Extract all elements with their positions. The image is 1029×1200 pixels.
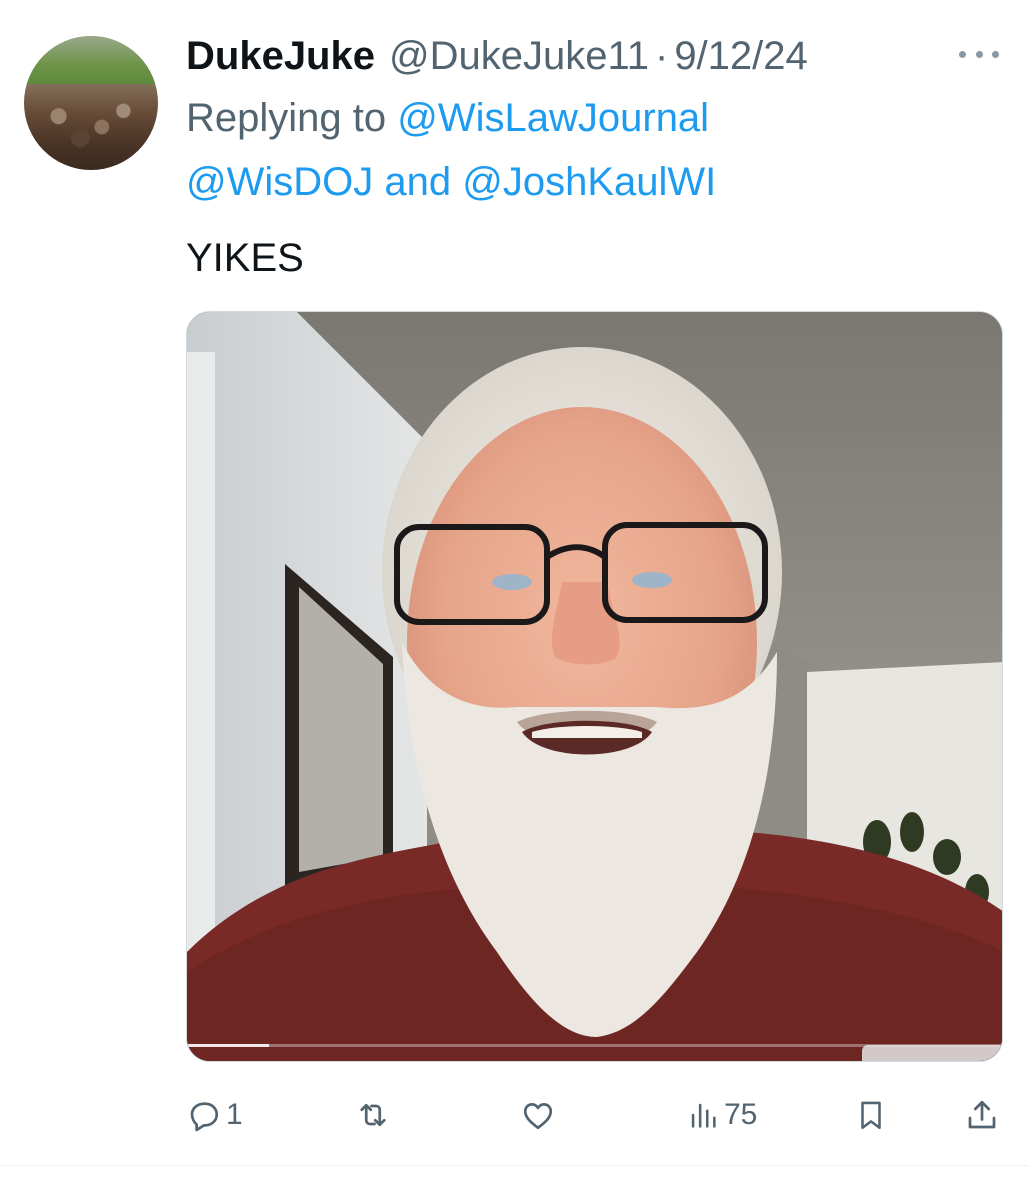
tweet[interactable]: DukeJuke @DukeJuke11 · 9/12/24 Replying … xyxy=(0,0,1029,1165)
heart-icon xyxy=(523,1103,553,1130)
video-frame xyxy=(187,312,1002,1061)
bookmark-action[interactable] xyxy=(854,1090,888,1140)
retweet-action[interactable] xyxy=(354,1090,392,1140)
video-player[interactable] xyxy=(186,311,1003,1062)
mention-wislawjournal[interactable]: @WisLawJournal xyxy=(397,96,709,140)
more-dot xyxy=(959,50,966,58)
bookmark-icon xyxy=(861,1101,881,1130)
tweet-date[interactable]: 9/12/24 xyxy=(674,34,807,79)
avatar-grass xyxy=(24,36,158,85)
reply-action[interactable]: 1 xyxy=(186,1090,243,1140)
more-dot xyxy=(975,50,983,58)
tweet-actions: 1 75 xyxy=(186,1090,1003,1140)
replying-to-line-2: @WisDOJ and @JoshKaulWI xyxy=(186,160,716,205)
mention-joshkaulwi[interactable]: @JoshKaulWI xyxy=(462,160,716,204)
replying-and: and xyxy=(384,160,452,204)
retweet-icon xyxy=(360,1103,386,1127)
display-name[interactable]: DukeJuke xyxy=(186,34,375,79)
tweet-text: YIKES xyxy=(186,236,304,280)
reply-icon xyxy=(190,1102,219,1132)
avatar-rocks xyxy=(37,100,145,154)
share-icon xyxy=(968,1100,996,1129)
tweet-header: DukeJuke @DukeJuke11 · 9/12/24 xyxy=(186,30,808,82)
user-handle[interactable]: @DukeJuke11 xyxy=(389,34,649,79)
views-action[interactable]: 75 xyxy=(686,1090,757,1140)
separator-dot: · xyxy=(654,33,669,78)
more-dot xyxy=(992,50,999,58)
video-corner-overlay xyxy=(862,1045,1002,1061)
mention-wisdoj[interactable]: @WisDOJ xyxy=(186,160,373,204)
views-count: 75 xyxy=(724,1098,758,1131)
share-action[interactable] xyxy=(964,1090,1000,1140)
replying-prefix: Replying to xyxy=(186,96,387,140)
like-action[interactable] xyxy=(520,1090,556,1140)
replying-to-line-1: Replying to @WisLawJournal xyxy=(186,96,709,141)
reply-count: 1 xyxy=(226,1098,243,1131)
tweet-divider xyxy=(0,1165,1029,1166)
more-dots-icon[interactable] xyxy=(959,46,999,62)
avatar[interactable] xyxy=(24,36,158,170)
video-progress-fill xyxy=(187,1044,269,1047)
views-bar-chart-icon xyxy=(691,1103,716,1128)
